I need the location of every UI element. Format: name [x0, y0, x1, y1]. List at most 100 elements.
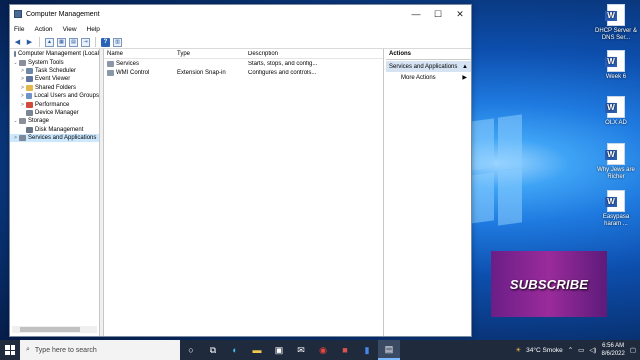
edge-icon[interactable]: ◐ [224, 340, 246, 360]
tree-item-system-tools[interactable]: ⌄ System Tools [10, 58, 99, 66]
chevron-right-icon[interactable]: > [19, 85, 26, 91]
app-icon[interactable]: ■ [334, 340, 356, 360]
tree-item-storage[interactable]: ⌄ Storage [10, 117, 99, 125]
show-hidden-icons-chevron-icon[interactable]: ⌃ [568, 346, 573, 354]
notifications-icon[interactable]: ▢ [630, 346, 636, 354]
services-gear-icon [107, 60, 114, 67]
start-button[interactable] [0, 340, 20, 360]
word-doc-icon: W [605, 190, 625, 212]
column-name[interactable]: Name [104, 51, 174, 57]
disk-icon [26, 126, 33, 133]
tree-item-local-users-groups[interactable]: > Local Users and Groups [10, 92, 99, 100]
taskbar-search[interactable]: ⌕ Type here to search [20, 340, 180, 360]
action-pane-icon[interactable]: ▥ [113, 37, 122, 47]
list-row-wmi-control[interactable]: WMI Control Extension Snap-in Configures… [104, 68, 383, 77]
clock[interactable]: 6:56 AM 8/6/2022 [601, 342, 624, 358]
file-explorer-icon[interactable]: ▬ [246, 340, 268, 360]
window-title: Computer Management [26, 10, 100, 18]
scrollbar-thumb[interactable] [20, 327, 80, 332]
tree-item-event-viewer[interactable]: > Event Viewer [10, 75, 99, 83]
word-doc-icon: W [605, 143, 625, 165]
menu-action[interactable]: Action [34, 26, 52, 33]
system-tray: ☀ 34°C Smoke ⌃ ▭ ◁) 6:56 AM 8/6/2022 ▢ [515, 342, 640, 358]
storage-icon [19, 118, 26, 125]
computer-management-icon [13, 51, 16, 58]
mail-icon[interactable]: ✉ [290, 340, 312, 360]
menu-view[interactable]: View [63, 26, 77, 33]
tree-item-device-manager[interactable]: Device Manager [10, 109, 99, 117]
tree-item-disk-management[interactable]: Disk Management [10, 126, 99, 134]
word-doc-icon: W [605, 4, 625, 26]
task-view-icon[interactable]: ⧉ [202, 340, 224, 360]
chevron-down-icon[interactable]: ⌄ [12, 118, 19, 124]
word-doc-icon: W [605, 50, 625, 72]
computer-management-window: Computer Management — ☐ ✕ File Action Vi… [9, 4, 472, 337]
actions-section-services-applications[interactable]: Services and Applications ▲ [386, 61, 471, 72]
chevron-right-icon[interactable]: > [19, 102, 26, 108]
services-icon [19, 135, 26, 142]
wmi-control-icon [107, 69, 114, 76]
tree-item-services-applications[interactable]: > Services and Applications [10, 133, 99, 143]
menu-file[interactable]: File [14, 26, 24, 33]
computer-management-taskbar-icon[interactable]: ▤ [378, 340, 400, 360]
tree-item-task-scheduler[interactable]: > Task Scheduler [10, 67, 99, 75]
store-icon[interactable]: ▣ [268, 340, 290, 360]
list-header: Name Type Description [104, 49, 383, 59]
desktop-icon-olx-doc[interactable]: W OLX AD [594, 96, 638, 127]
help-icon[interactable]: ? [101, 37, 110, 47]
chevron-right-icon[interactable]: > [12, 135, 19, 141]
volume-icon[interactable]: ◁) [589, 346, 596, 354]
collapse-triangle-icon[interactable]: ▲ [462, 64, 468, 70]
forward-arrow-icon[interactable]: ▶ [25, 38, 34, 47]
toolbar-separator [95, 37, 96, 47]
toolbar: ◀ ▶ ▲ ▦ ▤ ⇥ ? ▥ [10, 36, 471, 49]
title-bar[interactable]: Computer Management — ☐ ✕ [10, 5, 471, 23]
up-folder-icon[interactable]: ▲ [45, 37, 54, 47]
export-list-icon[interactable]: ⇥ [81, 37, 90, 47]
chevron-right-icon[interactable]: > [19, 76, 26, 82]
windows-logo-icon [5, 345, 15, 355]
submenu-arrow-icon: ▶ [462, 75, 467, 81]
column-type[interactable]: Type [174, 51, 245, 57]
tree-item-computer-management[interactable]: Computer Management (Local [10, 50, 99, 58]
folder-icon [26, 84, 33, 91]
tree-item-performance[interactable]: > Performance [10, 100, 99, 108]
menu-bar: File Action View Help [10, 23, 471, 36]
subscribe-overlay[interactable]: SUBSCRIBE [491, 251, 607, 317]
network-icon[interactable]: ▭ [578, 346, 584, 354]
device-icon [26, 109, 33, 116]
chevron-down-icon[interactable]: ⌄ [12, 60, 19, 66]
taskbar: ⌕ Type here to search ○ ⧉ ◐ ▬ ▣ ✉ ◉ ■ ▮ … [0, 340, 640, 360]
weather-text[interactable]: 34°C Smoke [526, 347, 563, 354]
close-button[interactable]: ✕ [449, 5, 471, 23]
properties-icon[interactable]: ▤ [69, 37, 78, 47]
show-hide-tree-icon[interactable]: ▦ [57, 37, 66, 47]
search-placeholder: Type here to search [34, 346, 97, 354]
cortana-icon[interactable]: ○ [180, 340, 202, 360]
details-list: Name Type Description Services Starts, s… [104, 49, 384, 336]
action-more-actions[interactable]: More Actions ▶ [386, 72, 471, 83]
event-viewer-icon [26, 76, 33, 83]
desktop-icon-week6-doc[interactable]: W Week 6 [594, 50, 638, 81]
clock-icon [26, 67, 33, 74]
tree-horizontal-scrollbar[interactable] [12, 326, 97, 333]
word-doc-icon: W [605, 96, 625, 118]
word-icon[interactable]: ▮ [356, 340, 378, 360]
column-description[interactable]: Description [245, 51, 383, 57]
tree-item-shared-folders[interactable]: > Shared Folders [10, 84, 99, 92]
weather-sun-icon: ☀ [515, 347, 522, 354]
chevron-right-icon[interactable]: > [19, 93, 26, 99]
search-icon: ⌕ [26, 346, 30, 353]
chevron-right-icon[interactable]: > [19, 68, 26, 74]
back-arrow-icon[interactable]: ◀ [13, 38, 22, 47]
console-tree: Computer Management (Local ⌄ System Tool… [10, 49, 100, 336]
maximize-button[interactable]: ☐ [427, 5, 449, 23]
minimize-button[interactable]: — [405, 5, 427, 23]
menu-help[interactable]: Help [87, 26, 100, 33]
chrome-icon[interactable]: ◉ [312, 340, 334, 360]
tools-icon [19, 59, 26, 66]
desktop-icon-dhcp-doc[interactable]: W DHCP Server & DNS Ser... [594, 4, 638, 42]
desktop-icon-easypasa-doc[interactable]: W Easypasa haram ... [594, 190, 638, 228]
desktop-icon-why-jews-doc[interactable]: W Why Jews are Richer [594, 143, 638, 181]
list-row-services[interactable]: Services Starts, stops, and config... [104, 59, 383, 68]
